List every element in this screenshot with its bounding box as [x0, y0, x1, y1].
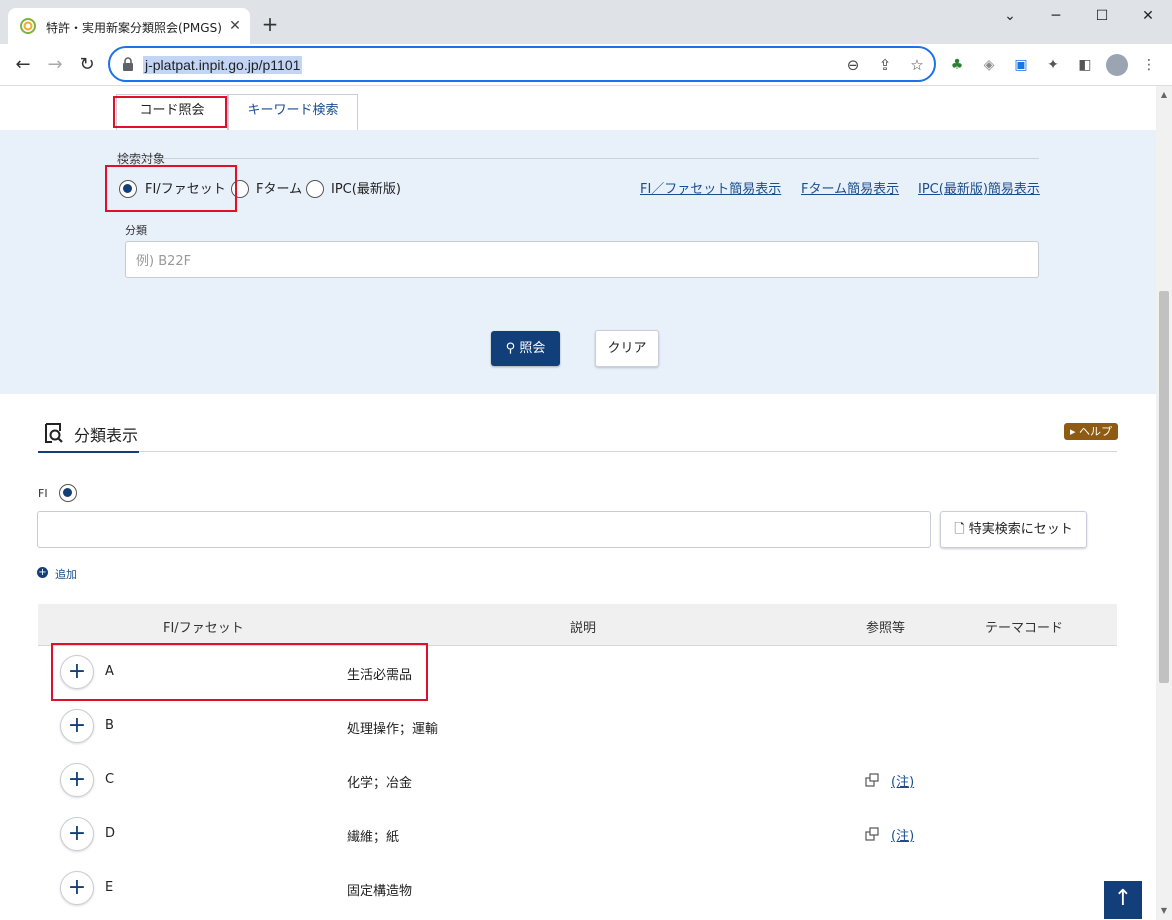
row-description: 処理操作；運輸 — [347, 722, 439, 737]
search-icon: ⚲ — [505, 341, 516, 356]
close-window-button[interactable]: ✕ — [1134, 4, 1162, 28]
highlight-box-code-tab — [113, 96, 227, 128]
link-fi-facet-simple[interactable]: FI／ファセット簡易表示 — [640, 178, 781, 197]
table-row: + B 処理操作；運輸 — [38, 700, 1117, 754]
note-link[interactable]: (注) — [891, 825, 914, 844]
row-code: D — [105, 826, 116, 841]
radio-ipc[interactable] — [306, 180, 324, 198]
section-divider — [38, 451, 1117, 452]
zoom-icon[interactable]: ⊖ — [843, 55, 863, 75]
search-button[interactable]: ⚲ 照会 — [491, 331, 560, 366]
table-row: + E 固定構造物 — [38, 862, 1117, 916]
popup-window-icon — [865, 827, 879, 841]
col-fi-facet: FI/ファセット — [163, 621, 244, 636]
set-to-search-label: 特実検索にセット — [968, 522, 1073, 537]
col-description: 説明 — [570, 621, 597, 636]
popup-window-icon — [865, 773, 879, 787]
maximize-button[interactable]: ☐ — [1088, 4, 1116, 28]
tab-search-icon[interactable]: ⌄ — [996, 4, 1024, 28]
search-panel: 検索対象 FI/ファセット Fターム IPC(最新版) FI／ファセット簡易表示… — [0, 130, 1156, 394]
row-description: 化学；冶金 — [347, 776, 413, 791]
highlight-box-fi-radio — [105, 165, 237, 212]
page-scrollbar[interactable]: ▲ ▼ — [1156, 86, 1172, 920]
browser-tabbar: 特許・実用新案分類照会(PMGS) | J ✕ + ⌄ ─ ☐ ✕ — [0, 0, 1172, 44]
divider — [117, 158, 1039, 159]
fi-input[interactable] — [37, 511, 931, 548]
tab-title: 特許・実用新案分類照会(PMGS) | J — [46, 21, 226, 35]
help-button[interactable]: ▸ ヘルプ — [1064, 423, 1118, 440]
add-plus-icon[interactable]: + — [37, 567, 48, 578]
row-description: 固定構造物 — [347, 884, 413, 899]
row-code: E — [105, 880, 114, 895]
forward-arrow-icon[interactable]: → — [42, 52, 68, 78]
side-panel-icon[interactable]: ◧ — [1074, 54, 1096, 76]
note-link[interactable]: (注) — [891, 771, 914, 790]
translate-extension-icon[interactable]: ▣ — [1010, 54, 1032, 76]
link-f-term-simple[interactable]: Fターム簡易表示 — [801, 178, 899, 197]
table-row: + C 化学；冶金 (注) — [38, 754, 1117, 808]
radio-f-term-label: Fターム — [256, 182, 303, 197]
expand-plus-icon[interactable]: + — [60, 709, 94, 743]
search-button-label: 照会 — [519, 341, 546, 356]
address-bar[interactable]: j-platpat.inpit.go.jp/p1101 ⊖ ⇪ ☆ — [108, 46, 936, 82]
link-ipc-simple[interactable]: IPC(最新版)簡易表示 — [918, 178, 1040, 197]
lock-icon — [123, 57, 133, 71]
menu-dots-icon[interactable]: ⋮ — [1138, 54, 1160, 76]
expand-plus-icon[interactable]: + — [60, 763, 94, 797]
back-to-top-arrow-icon[interactable]: ↑ — [1104, 881, 1142, 919]
share-icon[interactable]: ⇪ — [875, 55, 895, 75]
document-icon: 🗋 — [954, 522, 965, 537]
expand-plus-icon[interactable]: + — [60, 817, 94, 851]
radio-ipc-label: IPC(最新版) — [331, 182, 401, 197]
scroll-up-arrow-icon[interactable]: ▲ — [1159, 90, 1169, 100]
expand-plus-icon[interactable]: + — [60, 871, 94, 905]
extensions-puzzle-icon[interactable]: ✦ — [1042, 54, 1064, 76]
browser-tab[interactable]: 特許・実用新案分類照会(PMGS) | J ✕ — [8, 8, 250, 44]
scroll-down-arrow-icon[interactable]: ▼ — [1159, 906, 1169, 916]
table-row: + D 繊維；紙 (注) — [38, 808, 1117, 862]
set-to-search-button[interactable]: 🗋 特実検索にセット — [940, 511, 1087, 548]
row-code: C — [105, 772, 115, 787]
highlight-box-row-a — [51, 643, 428, 701]
row-code: B — [105, 718, 114, 733]
add-link[interactable]: 追加 — [55, 566, 77, 582]
tab-keyword-search[interactable]: キーワード検索 — [228, 94, 358, 130]
jplatpat-favicon-icon — [20, 18, 36, 34]
radio-fi[interactable] — [59, 484, 77, 502]
tab-close-icon[interactable]: ✕ — [226, 17, 244, 35]
row-description: 繊維；紙 — [347, 830, 400, 845]
browser-toolbar: ← → ↻ j-platpat.inpit.go.jp/p1101 ⊖ ⇪ ☆ … — [0, 44, 1172, 86]
section-title-underline — [38, 451, 139, 453]
clear-button[interactable]: クリア — [595, 330, 659, 367]
classification-input[interactable]: 例) B22F — [125, 241, 1039, 278]
dropbox-extension-icon[interactable]: ◈ — [978, 54, 1000, 76]
classification-label: 分類 — [125, 224, 147, 237]
section-title-classification: 分類表示 — [74, 426, 139, 445]
bookmark-star-icon[interactable]: ☆ — [907, 55, 927, 75]
col-theme-code: テーマコード — [985, 621, 1064, 636]
magnifier-document-icon — [45, 423, 63, 443]
scrollbar-thumb[interactable] — [1159, 291, 1169, 683]
profile-avatar[interactable] — [1106, 54, 1128, 76]
page-content: コード照会 キーワード検索 検索対象 FI/ファセット Fターム IPC(最新版… — [0, 86, 1156, 920]
url-text[interactable]: j-platpat.inpit.go.jp/p1101 — [143, 56, 303, 74]
minimize-button[interactable]: ─ — [1042, 4, 1070, 28]
fi-label: FI — [38, 487, 48, 500]
back-arrow-icon[interactable]: ← — [10, 52, 36, 78]
new-tab-button[interactable]: + — [258, 12, 282, 36]
col-reference: 参照等 — [866, 621, 906, 636]
reload-icon[interactable]: ↻ — [74, 52, 100, 78]
table-header: FI/ファセット 説明 参照等 テーマコード — [38, 604, 1117, 646]
evernote-extension-icon[interactable]: ♣ — [946, 54, 968, 76]
